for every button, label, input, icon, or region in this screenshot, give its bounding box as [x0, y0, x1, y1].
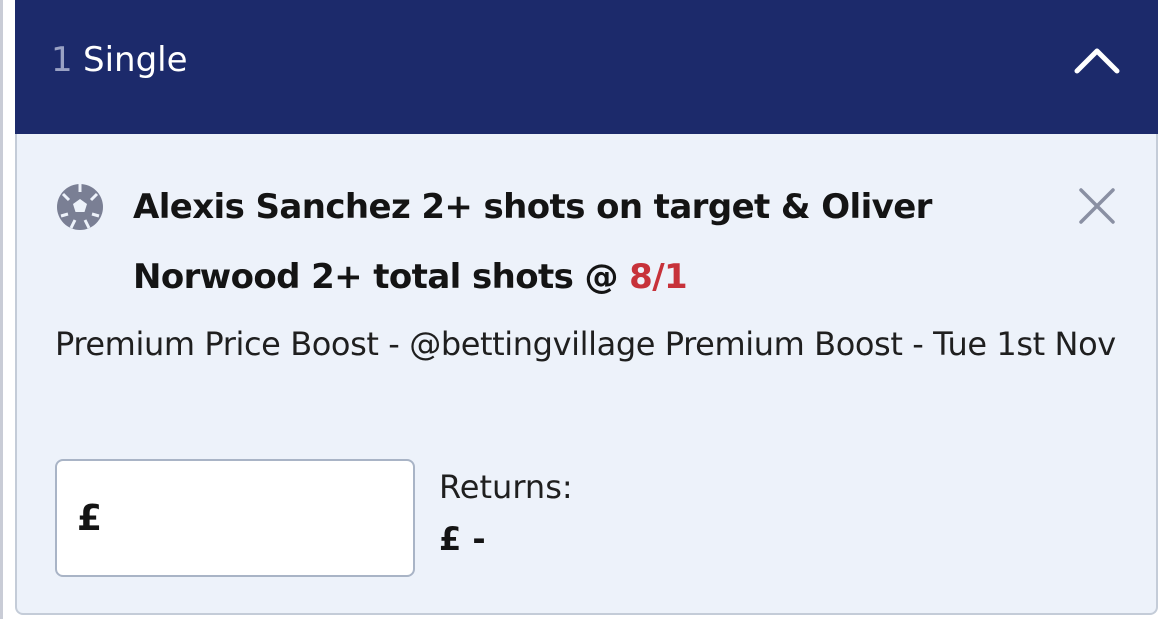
football-icon — [57, 184, 103, 230]
collapse-button[interactable] — [1067, 30, 1127, 90]
betslip-single: 1 Single Alexis Sanchez 2+ shots on targ… — [15, 0, 1158, 615]
currency-symbol: £ — [77, 497, 103, 539]
bet-card: Alexis Sanchez 2+ shots on target & Oliv… — [15, 134, 1158, 615]
close-icon — [1079, 188, 1115, 224]
selection-text: Alexis Sanchez 2+ shots on target & Oliv… — [133, 187, 932, 297]
returns-value: £ - — [439, 520, 486, 558]
betslip-header[interactable]: 1 Single — [15, 0, 1158, 134]
chevron-up-icon — [1074, 48, 1120, 74]
remove-selection-button[interactable] — [1073, 182, 1121, 230]
returns-label: Returns: — [439, 468, 573, 506]
market-description: Premium Price Boost - @bettingvillage Pr… — [55, 325, 1116, 363]
stake-field[interactable]: £ — [55, 459, 415, 577]
odds-value: 8/1 — [629, 257, 688, 297]
bet-count: 1 — [51, 40, 73, 80]
left-divider — [0, 0, 3, 619]
stake-input[interactable] — [110, 497, 375, 539]
selection-title: Alexis Sanchez 2+ shots on target & Oliv… — [133, 172, 1053, 312]
bet-type-title: Single — [83, 40, 188, 80]
